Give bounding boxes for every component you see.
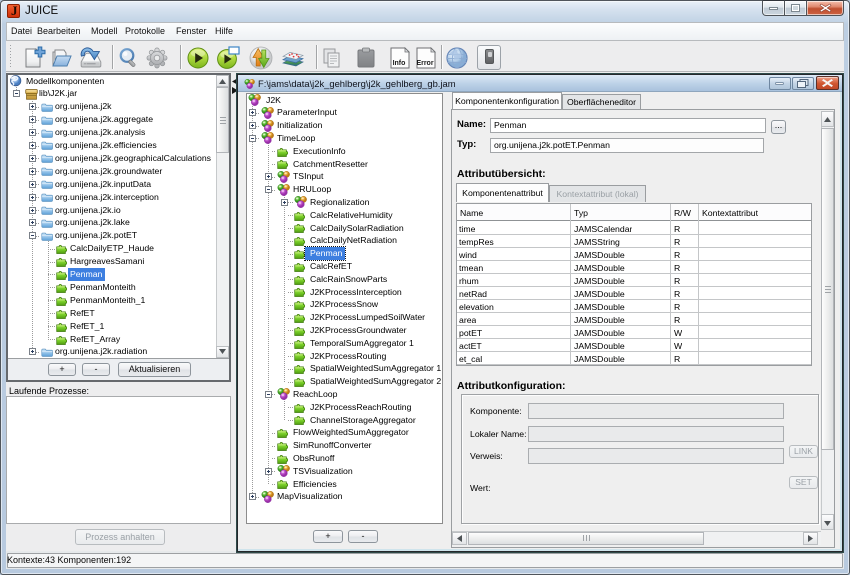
svg-text:Info: Info (393, 60, 406, 67)
svg-text:Error: Error (416, 60, 433, 67)
